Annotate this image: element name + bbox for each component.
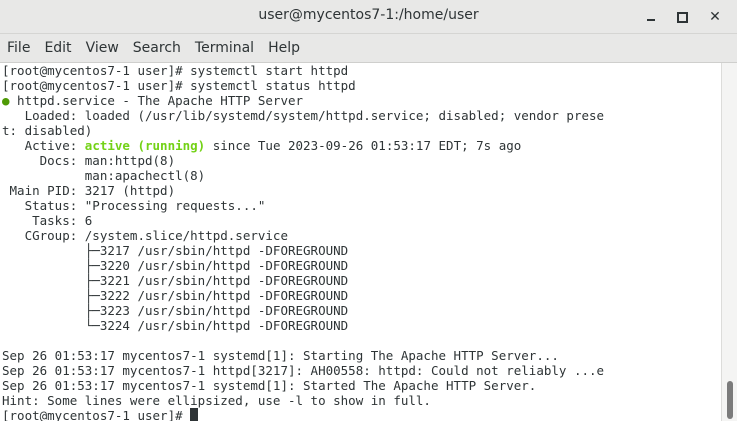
active-label: Active: [2, 138, 85, 153]
terminal-line: man:apachectl(8) [2, 168, 206, 183]
terminal-line: ├─3222 /usr/sbin/httpd -DFOREGROUND [2, 288, 349, 303]
terminal-line: CGroup: /system.slice/httpd.service [2, 228, 288, 243]
terminal-line: ● httpd.service - The Apache HTTP Server [2, 93, 303, 108]
terminal-prompt[interactable]: [root@mycentos7-1 user]# [2, 408, 199, 421]
terminal-line: ├─3220 /usr/sbin/httpd -DFOREGROUND [2, 258, 349, 273]
minimize-button[interactable] [640, 6, 662, 28]
terminal-line: Docs: man:httpd(8) [2, 153, 176, 168]
menu-edit[interactable]: Edit [37, 40, 78, 56]
terminal-line: Loaded: loaded (/usr/lib/systemd/system/… [2, 108, 605, 123]
terminal-line: ├─3217 /usr/sbin/httpd -DFOREGROUND [2, 243, 349, 258]
menu-bar: File Edit View Search Terminal Help [0, 34, 737, 63]
terminal-scrollbar[interactable] [721, 63, 737, 421]
service-title: httpd.service - The Apache HTTP Server [9, 93, 304, 108]
close-button[interactable]: ✕ [704, 6, 726, 28]
menu-file[interactable]: File [0, 40, 37, 56]
terminal-line: Sep 26 01:53:17 mycentos7-1 systemd[1]: … [2, 348, 559, 363]
active-status: active (running) [84, 138, 206, 153]
menu-view[interactable]: View [79, 40, 126, 56]
terminal-line: ├─3223 /usr/sbin/httpd -DFOREGROUND [2, 303, 349, 318]
terminal-line: Active: active (running) since Tue 2023-… [2, 138, 522, 153]
title-bar[interactable]: user@mycentos7-1:/home/user ✕ [0, 0, 737, 34]
terminal-line: ├─3221 /usr/sbin/httpd -DFOREGROUND [2, 273, 349, 288]
status-dot-icon: ● [2, 93, 10, 108]
terminal-line: [root@mycentos7-1 user]# systemctl start… [2, 63, 349, 78]
terminal-cursor [190, 408, 199, 421]
terminal-line: Status: "Processing requests..." [2, 198, 266, 213]
maximize-button[interactable] [671, 6, 693, 28]
close-icon: ✕ [709, 9, 721, 25]
minimize-icon [647, 19, 655, 21]
maximize-icon [676, 11, 688, 23]
menu-help[interactable]: Help [261, 40, 307, 56]
terminal-line: Hint: Some lines were ellipsized, use -l… [2, 393, 431, 408]
terminal-line: Tasks: 6 [2, 213, 93, 228]
terminal-line: Sep 26 01:53:17 mycentos7-1 httpd[3217]:… [2, 363, 605, 378]
terminal-line: t: disabled) [2, 123, 93, 138]
terminal-line: Sep 26 01:53:17 mycentos7-1 systemd[1]: … [2, 378, 537, 393]
prompt-text: [root@mycentos7-1 user]# [2, 408, 191, 421]
terminal-window: user@mycentos7-1:/home/user ✕ File Edit … [0, 0, 737, 421]
scrollbar-thumb[interactable] [727, 381, 733, 419]
terminal-line: [root@mycentos7-1 user]# systemctl statu… [2, 78, 356, 93]
menu-search[interactable]: Search [126, 40, 188, 56]
terminal-line: Main PID: 3217 (httpd) [2, 183, 176, 198]
window-title: user@mycentos7-1:/home/user [258, 7, 479, 23]
terminal-output[interactable]: [root@mycentos7-1 user]# systemctl start… [0, 63, 721, 421]
menu-terminal[interactable]: Terminal [188, 40, 261, 56]
active-since: since Tue 2023-09-26 01:53:17 EDT; 7s ag… [205, 138, 522, 153]
terminal-line: └─3224 /usr/sbin/httpd -DFOREGROUND [2, 318, 349, 333]
